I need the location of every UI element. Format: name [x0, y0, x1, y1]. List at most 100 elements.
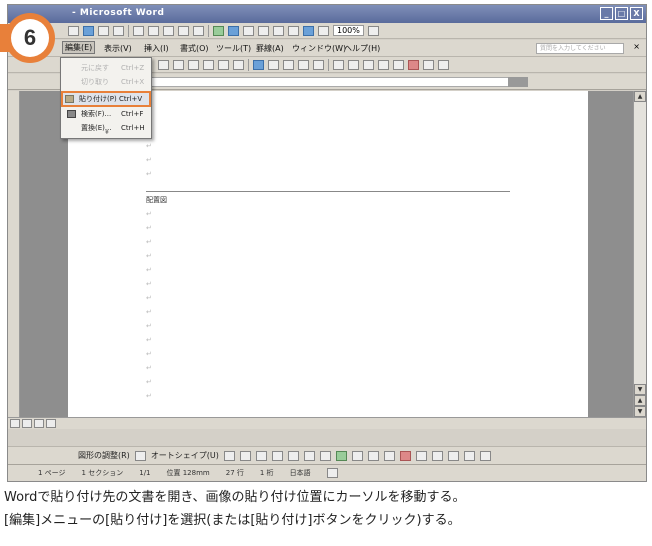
- menu-help[interactable]: ヘルプ(H): [344, 43, 380, 54]
- document-map-icon[interactable]: [303, 25, 314, 36]
- spelling-status-icon[interactable]: [326, 468, 338, 478]
- select-objects-icon[interactable]: [134, 450, 146, 461]
- wordart-icon[interactable]: [319, 450, 331, 461]
- align-right-icon[interactable]: [283, 59, 294, 70]
- close-icon[interactable]: ×: [633, 42, 640, 51]
- minimize-button[interactable]: _: [600, 7, 613, 20]
- align-center-icon[interactable]: [268, 59, 279, 70]
- document-heading: 配置図: [146, 196, 167, 204]
- shadow-icon[interactable]: [463, 450, 475, 461]
- drawing-icon[interactable]: [288, 25, 299, 36]
- menu-view[interactable]: 表示(V): [104, 43, 132, 54]
- insert-table-icon[interactable]: [243, 25, 254, 36]
- copy-icon[interactable]: [148, 25, 159, 36]
- menu-item-undo[interactable]: 元に戻す Ctrl+Z: [65, 62, 147, 74]
- status-pages: 1/1: [139, 469, 151, 477]
- maximize-button[interactable]: □: [615, 7, 628, 20]
- menu-item-cut[interactable]: 切り取り Ctrl+X: [65, 76, 147, 88]
- scroll-up-button[interactable]: ▲: [634, 91, 646, 102]
- paragraph-mark: ↵: [146, 238, 152, 246]
- step-badge-ring: 6: [5, 13, 55, 63]
- arrow-style-icon[interactable]: [447, 450, 459, 461]
- menu-table[interactable]: 罫線(A): [256, 43, 284, 54]
- underline-icon[interactable]: [188, 59, 199, 70]
- menu-item-find[interactable]: 検索(F)... Ctrl+F: [65, 108, 147, 120]
- phonetic-guide-icon[interactable]: [423, 59, 434, 70]
- cut-icon[interactable]: [133, 25, 144, 36]
- italic-icon[interactable]: [173, 59, 184, 70]
- close-button[interactable]: X: [630, 7, 643, 20]
- normal-view-icon[interactable]: [10, 419, 20, 428]
- draw-font-color-icon[interactable]: [399, 450, 411, 461]
- font-color-icon[interactable]: [408, 59, 419, 70]
- paragraph-mark: ↵: [146, 280, 152, 288]
- paragraph-mark: ↵: [146, 322, 152, 330]
- arrow-icon[interactable]: [239, 450, 251, 461]
- next-page-icon[interactable]: ▼: [634, 406, 646, 417]
- menu-format[interactable]: 書式(O): [180, 43, 209, 54]
- horizontal-scrollbar[interactable]: [8, 417, 646, 429]
- decrease-indent-icon[interactable]: [363, 59, 374, 70]
- insert-picture-icon[interactable]: [351, 450, 363, 461]
- zoom-select[interactable]: 100%: [333, 25, 364, 36]
- oval-icon[interactable]: [271, 450, 283, 461]
- columns-icon[interactable]: [273, 25, 284, 36]
- rectangle-icon[interactable]: [255, 450, 267, 461]
- excel-icon[interactable]: [258, 25, 269, 36]
- print-layout-icon[interactable]: [34, 419, 44, 428]
- fill-color-icon[interactable]: [367, 450, 379, 461]
- help-search-input[interactable]: 質問を入力してください: [536, 43, 624, 54]
- outline-view-icon[interactable]: [46, 419, 56, 428]
- paragraph-mark: ↵: [146, 156, 152, 164]
- ruler-track: [143, 77, 512, 87]
- redo-icon[interactable]: [193, 25, 204, 36]
- chevron-down-icon[interactable]: ¥: [105, 129, 109, 136]
- dash-style-icon[interactable]: [431, 450, 443, 461]
- print-icon[interactable]: [98, 25, 109, 36]
- paragraph-mark: ↵: [146, 142, 152, 150]
- character-scaling-icon[interactable]: [233, 59, 244, 70]
- bold-icon[interactable]: [158, 59, 169, 70]
- highlight-icon[interactable]: [393, 59, 404, 70]
- enclose-characters-icon[interactable]: [438, 59, 449, 70]
- table-icon[interactable]: [228, 25, 239, 36]
- toolbar-separator: [128, 24, 129, 37]
- autoshape-button[interactable]: オートシェイプ(U): [151, 450, 219, 461]
- menu-window[interactable]: ウィンドウ(W): [292, 43, 346, 54]
- menu-tools[interactable]: ツール(T): [216, 43, 251, 54]
- scroll-down-button[interactable]: ▼: [634, 384, 646, 395]
- web-layout-icon[interactable]: [22, 419, 32, 428]
- bullets-icon[interactable]: [348, 59, 359, 70]
- hyperlink-icon[interactable]: [213, 25, 224, 36]
- line-color-icon[interactable]: [383, 450, 395, 461]
- numbering-icon[interactable]: [333, 59, 344, 70]
- 3d-icon[interactable]: [479, 450, 491, 461]
- step-number: 6: [11, 19, 49, 57]
- undo-icon[interactable]: [178, 25, 189, 36]
- show-hide-icon[interactable]: [318, 25, 329, 36]
- draw-menu-button[interactable]: 図形の調整(R): [78, 450, 130, 461]
- print-preview-icon[interactable]: [113, 25, 124, 36]
- menu-insert[interactable]: 挿入(I): [144, 43, 169, 54]
- menu-edit[interactable]: 編集(E): [62, 41, 96, 54]
- line-icon[interactable]: [223, 450, 235, 461]
- increase-indent-icon[interactable]: [378, 59, 389, 70]
- paragraph-mark: ↵: [146, 350, 152, 358]
- menu-item-paste[interactable]: 貼り付け(P) Ctrl+V: [61, 91, 151, 107]
- previous-page-icon[interactable]: ▲: [634, 395, 646, 406]
- document-page[interactable]: ↵ ↵ ↵ ↵ ↵ ↵ 配置図 ↵ ↵ ↵ ↵ ↵ ↵ ↵ ↵ ↵ ↵ ↵ ↵ …: [68, 91, 588, 430]
- vertical-text-box-icon[interactable]: [303, 450, 315, 461]
- clipart-icon[interactable]: [335, 450, 347, 461]
- new-document-icon[interactable]: [68, 25, 79, 36]
- help-icon[interactable]: [367, 25, 379, 36]
- paste-icon[interactable]: [163, 25, 174, 36]
- character-border-icon[interactable]: [203, 59, 214, 70]
- line-spacing-icon[interactable]: [313, 59, 324, 70]
- line-style-icon[interactable]: [415, 450, 427, 461]
- vertical-scrollbar[interactable]: ▲ ▼ ▲ ▼: [633, 91, 646, 417]
- align-left-icon[interactable]: [253, 59, 264, 70]
- character-shading-icon[interactable]: [218, 59, 229, 70]
- justify-icon[interactable]: [298, 59, 309, 70]
- text-box-icon[interactable]: [287, 450, 299, 461]
- save-icon[interactable]: [83, 25, 94, 36]
